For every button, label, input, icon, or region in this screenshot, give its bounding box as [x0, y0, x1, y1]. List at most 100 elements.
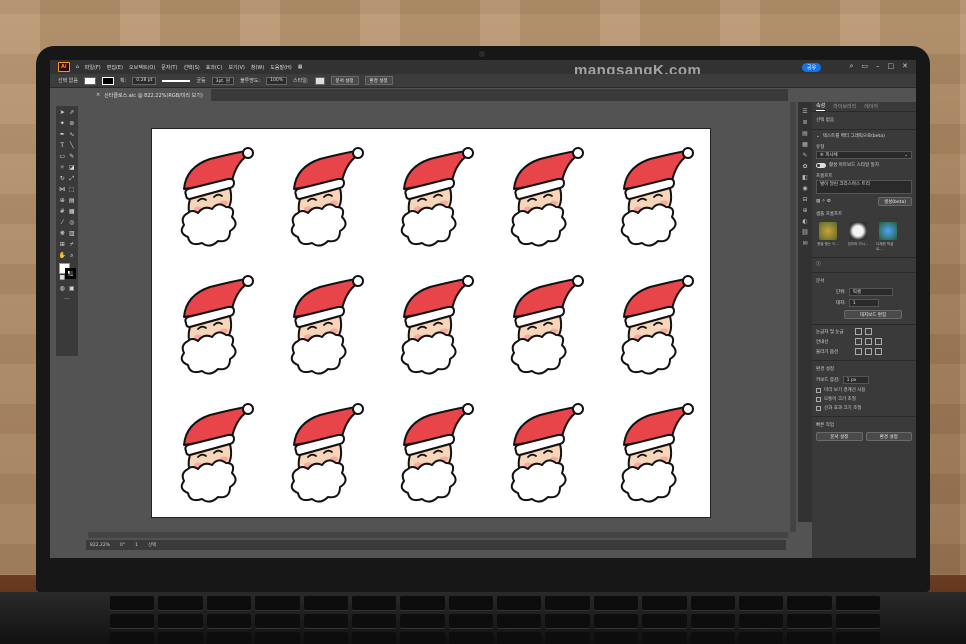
lasso-icon[interactable]: ⊚ [68, 119, 77, 129]
santa-illustration[interactable] [286, 403, 396, 517]
more-tools-icon[interactable]: ··· [58, 295, 76, 305]
edit-artboards-button[interactable]: 대지보드 편집 [844, 310, 902, 319]
menu-object[interactable]: 오브젝트(O) [129, 64, 155, 71]
menu-effect[interactable]: 효과(C) [206, 64, 223, 71]
snap-point-icon[interactable] [855, 348, 862, 355]
santa-illustration[interactable] [506, 403, 616, 517]
graphic-styles-icon[interactable]: ◧ [802, 174, 808, 181]
preview-bounds-checkbox[interactable]: 미리 보기 경계선 사용 [816, 387, 912, 393]
stroke-profile[interactable] [162, 79, 191, 82]
layout-icon[interactable]: ▦ [298, 64, 303, 70]
magic-wand-icon[interactable]: ✦ [58, 119, 67, 129]
type-tool-icon[interactable]: T [58, 141, 67, 151]
pen-tool-icon[interactable]: ✒ [58, 130, 67, 140]
santa-illustration[interactable] [396, 147, 506, 275]
curvature-tool-icon[interactable]: ∿ [68, 130, 77, 140]
tab-layers[interactable]: 레이어 [864, 103, 878, 110]
close-tab-icon[interactable]: × [96, 92, 100, 98]
properties-icon[interactable]: ☰ [802, 108, 807, 115]
stroke-style[interactable]: 균등 [196, 77, 205, 84]
symbols-icon[interactable]: ✿ [802, 163, 807, 170]
arrange-icon[interactable]: ▭ [861, 62, 868, 71]
santa-illustration[interactable] [286, 147, 396, 275]
line-tool-icon[interactable]: ╲ [68, 141, 77, 151]
artboard-select[interactable]: 1 [848, 299, 879, 307]
eyedropper-icon[interactable]: ⁄ [58, 218, 67, 228]
sample-prompt-2[interactable]: 장미와 가시... [846, 222, 870, 252]
scale-strokes-checkbox[interactable]: 선과 효과 크기 조절 [816, 405, 912, 411]
gradient-tool-icon[interactable]: ▦ [68, 207, 77, 217]
smart-guides-icon[interactable] [875, 338, 882, 345]
minimize-icon[interactable]: – [876, 62, 880, 71]
free-transform-icon[interactable]: ⬚ [68, 185, 77, 195]
home-icon[interactable]: ⌂ [76, 64, 79, 70]
zoom-level[interactable]: 822.22% [90, 543, 110, 548]
sample-prompt-3[interactable]: 다채한 픽셀 로... [876, 222, 900, 252]
width-tool-icon[interactable]: ⋈ [58, 185, 67, 195]
generate-button[interactable]: 생성(beta) [878, 197, 912, 206]
maximize-icon[interactable]: □ [888, 62, 895, 71]
scale-tool-icon[interactable]: ⤢ [68, 174, 77, 184]
stroke-weight-input[interactable]: 0.28 pt [132, 76, 157, 85]
eraser-icon[interactable]: ◪ [68, 163, 77, 173]
fill-swatch[interactable] [84, 76, 96, 85]
prompt-input[interactable]: 벌이 달린 크리스마스 트리 [816, 180, 912, 194]
graph-tool-icon[interactable]: ▥ [68, 229, 77, 239]
search-icon[interactable]: ⌕ [849, 62, 853, 71]
preferences-button[interactable]: 환경 설정 [364, 76, 393, 85]
artboard-tool-icon[interactable]: ⊞ [58, 240, 67, 250]
artboard[interactable] [151, 128, 711, 518]
slice-tool-icon[interactable]: ⌿ [68, 240, 77, 250]
rotate-tool-icon[interactable]: ↻ [58, 174, 67, 184]
tab-libraries[interactable]: 라이브러리 [833, 103, 856, 110]
draw-mode-icon[interactable]: ◍ [58, 284, 67, 294]
menu-type[interactable]: 문자(T) [161, 64, 177, 71]
santa-illustration[interactable] [396, 275, 506, 403]
layers-icon[interactable]: ≣ [802, 119, 807, 126]
swatches-icon[interactable]: ▦ [802, 141, 808, 148]
screen-mode-icon[interactable]: ▣ [68, 284, 77, 294]
menu-edit[interactable]: 편집(E) [107, 64, 123, 71]
shaper-tool-icon[interactable]: ✧ [58, 163, 67, 173]
match-style-toggle[interactable] [816, 162, 826, 168]
stroke-swatch[interactable] [102, 76, 114, 85]
santa-illustration[interactable] [176, 275, 286, 403]
santa-illustration[interactable] [176, 403, 286, 517]
snap-pixel-icon[interactable] [865, 348, 872, 355]
grid-icon[interactable] [865, 328, 872, 335]
santa-illustration[interactable] [506, 275, 616, 403]
stroke-color-icon[interactable] [65, 268, 76, 279]
pathfinder-icon[interactable]: ⊕ [802, 207, 807, 214]
snap-glyph-icon[interactable] [875, 348, 882, 355]
symbol-sprayer-icon[interactable]: ❋ [58, 229, 67, 239]
santa-illustration[interactable] [396, 403, 506, 517]
document-tab[interactable]: × 산타클로스.aic @ 822.22%(RGB/미리 보기) [88, 89, 211, 101]
shape-builder-icon[interactable]: ⊕ [58, 196, 67, 206]
tab-properties[interactable]: 속성 [816, 102, 826, 111]
transparency-icon[interactable]: ◐ [802, 218, 807, 225]
perspective-grid-icon[interactable]: ▤ [68, 196, 77, 206]
menu-file[interactable]: 파일(F) [85, 64, 101, 71]
rectangle-tool-icon[interactable]: ▭ [58, 152, 67, 162]
horizontal-scrollbar[interactable] [88, 532, 788, 538]
rotation-value[interactable]: 0° [120, 543, 125, 548]
santa-illustration[interactable] [616, 275, 710, 403]
units-select[interactable]: 픽셀 [848, 288, 893, 296]
artboard-navigator[interactable]: 1 [135, 543, 138, 548]
scale-corners-checkbox[interactable]: 모퉁이 크기 조절 [816, 396, 912, 402]
santa-illustration[interactable] [176, 147, 286, 275]
brush-select[interactable]: 3pt. 원 [211, 76, 235, 85]
links-icon[interactable]: ⛓ [801, 229, 809, 236]
santa-illustration[interactable] [616, 147, 710, 275]
info-icon[interactable]: ⓘ [816, 261, 912, 267]
paintbrush-icon[interactable]: ✎ [68, 152, 77, 162]
keyboard-increment-input[interactable]: 1 px [842, 376, 869, 384]
fill-stroke-indicator[interactable] [58, 262, 76, 280]
type-select[interactable]: ✲ 피사체 ⌄ [816, 151, 912, 159]
variation-icons[interactable]: ▨ ✧ ⚙ [816, 199, 831, 204]
libraries-icon[interactable]: ▤ [802, 130, 808, 137]
santa-illustration[interactable] [506, 147, 616, 275]
menu-select[interactable]: 선택(S) [183, 64, 199, 71]
gen-section-header[interactable]: ⌄ 텍스트를 벡터 그래픽으로(beta) [816, 133, 912, 140]
zoom-tool-icon[interactable]: ⌕ [68, 251, 77, 261]
